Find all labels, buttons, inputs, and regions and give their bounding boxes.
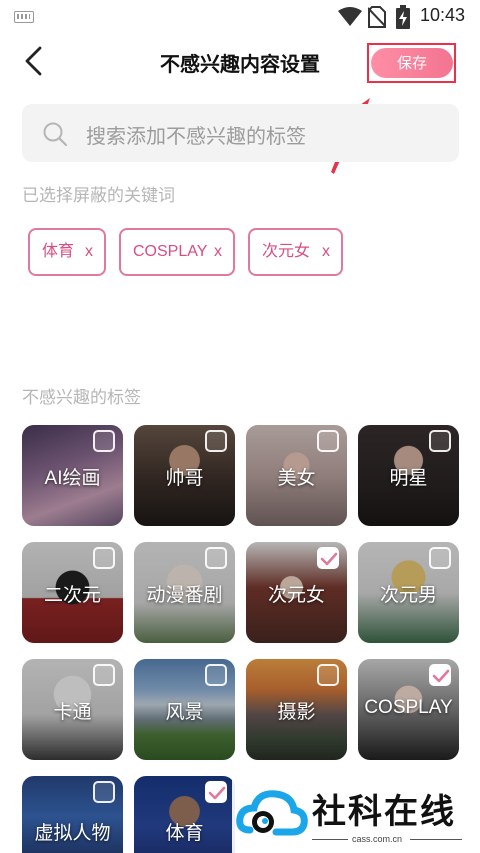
tag-tile-cartoon[interactable]: 卡通 <box>22 659 123 760</box>
tag-checkbox[interactable] <box>93 664 115 686</box>
tag-tile-beauty[interactable]: 美女 <box>246 425 347 526</box>
save-button[interactable]: 保存 <box>371 48 453 78</box>
tag-tile-ai-painting[interactable]: AI绘画 <box>22 425 123 526</box>
tag-label: 帅哥 <box>165 468 204 489</box>
tag-checkbox[interactable] <box>205 547 227 569</box>
tag-checkbox-checked[interactable] <box>429 664 451 686</box>
tag-label: 动漫番剧 <box>146 585 223 606</box>
tag-tile-anime-series[interactable]: 动漫番剧 <box>134 542 235 643</box>
tag-label: 卡通 <box>53 702 92 723</box>
tag-checkbox[interactable] <box>205 430 227 452</box>
tag-label: 明星 <box>389 468 428 489</box>
tag-tile-anime-girl[interactable]: 次元女 <box>246 542 347 643</box>
tag-label: 体育 <box>165 823 204 844</box>
checkmark-icon <box>320 552 338 566</box>
tag-label: 次元女 <box>267 585 325 606</box>
tag-checkbox-checked[interactable] <box>317 547 339 569</box>
remove-keyword-button[interactable]: x <box>322 230 330 274</box>
keyword-chip[interactable]: COSPLAY x <box>119 228 235 276</box>
watermark-logo-icon <box>236 790 308 836</box>
interest-tags-heading: 不感兴趣的标签 <box>22 388 141 408</box>
tag-label: 次元男 <box>379 585 437 606</box>
checkmark-icon <box>208 786 226 800</box>
keyword-chip-label: 次元女 <box>262 243 311 260</box>
tag-checkbox[interactable] <box>205 664 227 686</box>
keyboard-icon <box>14 11 34 23</box>
checkmark-icon <box>432 669 450 683</box>
tag-tile-photography[interactable]: 摄影 <box>246 659 347 760</box>
tag-tile-anime[interactable]: 二次元 <box>22 542 123 643</box>
watermark-name: 社科在线 <box>312 792 456 832</box>
battery-charging-icon <box>396 5 410 29</box>
remove-keyword-button[interactable]: x <box>85 230 93 274</box>
remove-keyword-button[interactable]: x <box>214 230 222 274</box>
navigation-bar: 不感兴趣内容设置 保存 <box>0 34 480 90</box>
tag-label: COSPLAY <box>364 697 453 718</box>
tag-checkbox[interactable] <box>93 781 115 803</box>
tag-label: 二次元 <box>43 585 101 606</box>
search-icon <box>43 122 68 147</box>
watermark: 社科在线 cass.com.cn <box>232 778 480 853</box>
tag-tile-sports[interactable]: 体育 <box>134 776 235 853</box>
tag-tile-anime-boy[interactable]: 次元男 <box>358 542 459 643</box>
keyword-chip[interactable]: 体育 x <box>28 228 106 276</box>
tag-checkbox[interactable] <box>317 430 339 452</box>
tag-checkbox[interactable] <box>317 664 339 686</box>
keyword-chip-label: 体育 <box>42 243 75 260</box>
tag-label: 虚拟人物 <box>34 823 111 844</box>
no-sim-icon <box>368 6 386 28</box>
save-highlight-box: 保存 <box>367 43 456 83</box>
keyword-chip[interactable]: 次元女 x <box>248 228 343 276</box>
tag-label: 摄影 <box>277 702 316 723</box>
tag-label: 美女 <box>277 468 316 489</box>
search-placeholder: 搜索添加不感兴趣的标签 <box>86 124 306 148</box>
tag-tile-handsome[interactable]: 帅哥 <box>134 425 235 526</box>
tag-tile-celebrity[interactable]: 明星 <box>358 425 459 526</box>
tag-checkbox[interactable] <box>429 547 451 569</box>
selected-keywords-heading: 已选择屏蔽的关键词 <box>22 186 175 206</box>
status-bar: 10:43 <box>0 0 480 34</box>
tag-label: 风景 <box>165 702 204 723</box>
tag-checkbox[interactable] <box>93 547 115 569</box>
tag-checkbox[interactable] <box>429 430 451 452</box>
watermark-url: cass.com.cn <box>352 834 403 844</box>
tag-tile-virtual-character[interactable]: 虚拟人物 <box>22 776 123 853</box>
clock: 10:43 <box>420 5 466 25</box>
tag-label: AI绘画 <box>44 468 101 489</box>
tag-tile-scenery[interactable]: 风景 <box>134 659 235 760</box>
search-input[interactable]: 搜索添加不感兴趣的标签 <box>22 104 459 162</box>
tag-checkbox[interactable] <box>93 430 115 452</box>
keyword-chip-label: COSPLAY <box>133 243 208 260</box>
tag-tile-cosplay[interactable]: COSPLAY <box>358 659 459 760</box>
tag-checkbox-checked[interactable] <box>205 781 227 803</box>
wifi-icon <box>338 7 362 26</box>
